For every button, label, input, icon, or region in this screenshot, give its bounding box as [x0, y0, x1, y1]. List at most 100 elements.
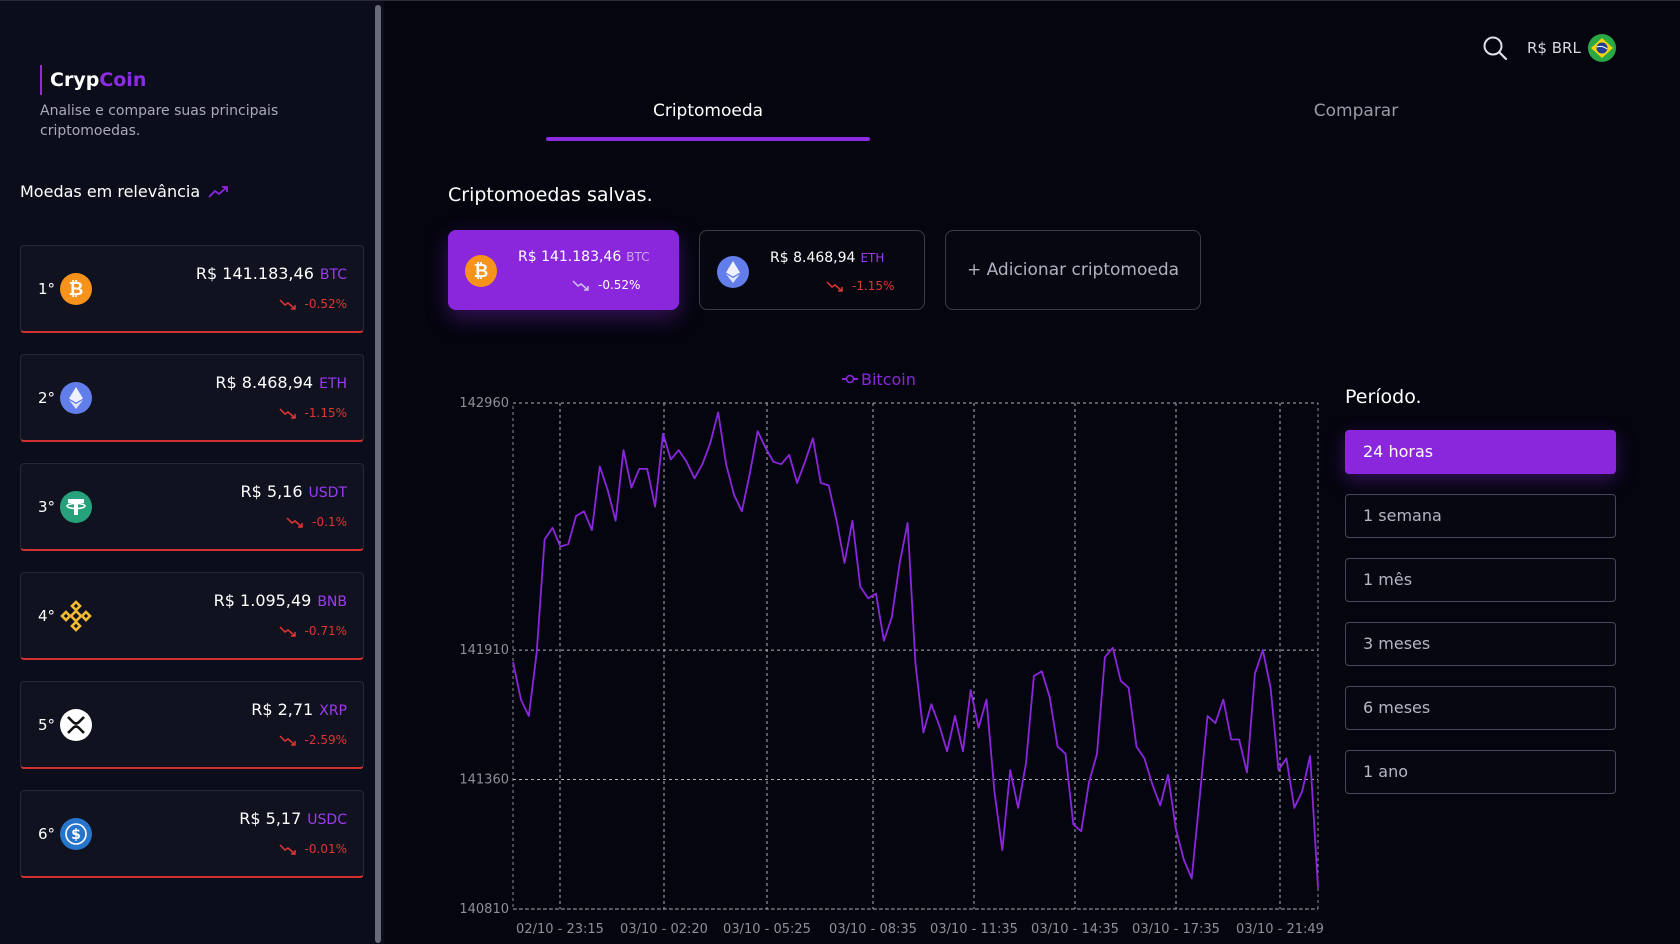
tab-comparar[interactable]: Comparar: [1194, 101, 1518, 121]
saved-change-value: -0.52%: [598, 278, 641, 292]
saved-symbol: ETH: [860, 251, 885, 265]
coin-change-value: -0.01%: [304, 842, 347, 856]
coin-price-value: R$ 2,71: [251, 700, 314, 719]
coin-card-bnb[interactable]: 4° R$ 1.095,49 BNB -0.71%: [20, 572, 364, 660]
trending-down-icon: [279, 844, 296, 855]
add-crypto-button[interactable]: + Adicionar criptomoeda: [945, 230, 1201, 310]
coin-change: -0.52%: [279, 297, 347, 311]
saved-price: R$ 8.468,94 ETH: [770, 250, 884, 266]
app-logo: CrypCoin: [40, 65, 146, 95]
coin-card-btc[interactable]: 1° ₿ R$ 141.183,46 BTC -0.52%: [20, 245, 364, 333]
saved-coin-btc[interactable]: ₿ R$ 141.183,46 BTC -0.52%: [448, 230, 679, 310]
coin-symbol: BTC: [319, 267, 347, 283]
coin-rank: 5°: [38, 716, 56, 734]
period-1-month-button[interactable]: 1 mês: [1345, 558, 1616, 602]
coin-change-value: -2.59%: [304, 733, 347, 747]
saved-price: R$ 141.183,46 BTC: [518, 249, 650, 265]
chart-x-tick-label: 03/10 - 11:35: [930, 922, 1018, 937]
coin-price: R$ 141.183,46 BTC: [196, 264, 347, 283]
coin-rank: 4°: [38, 607, 56, 625]
ethereum-icon: [60, 382, 92, 414]
coin-symbol: ETH: [319, 376, 347, 392]
coin-symbol: USDC: [307, 812, 347, 828]
period-title: Período.: [1345, 386, 1422, 408]
active-tab-indicator: [546, 137, 870, 141]
sidebar: CrypCoin Analise e compare suas principa…: [0, 1, 374, 944]
chart-y-tick-label: 142960: [459, 396, 509, 411]
coin-card-eth[interactable]: 2° R$ 8.468,94 ETH -1.15%: [20, 354, 364, 442]
tether-icon: [60, 491, 92, 523]
coin-change-value: -0.1%: [312, 515, 347, 529]
svg-text:₿: ₿: [474, 261, 489, 282]
trending-down-icon: [572, 280, 589, 291]
coin-price: R$ 2,71 XRP: [251, 700, 347, 719]
chart-x-tick-label: 03/10 - 14:35: [1031, 922, 1119, 937]
period-3-months-button[interactable]: 3 meses: [1345, 622, 1616, 666]
coin-card-usdt[interactable]: 3° R$ 5,16 USDT -0.1%: [20, 463, 364, 551]
coin-price-value: R$ 5,16: [240, 482, 303, 501]
coin-price: R$ 5,16 USDT: [241, 482, 347, 501]
coin-price-value: R$ 1.095,49: [213, 591, 312, 610]
coin-card-usdc[interactable]: 6° $ R$ 5,17 USDC -0.01%: [20, 790, 364, 878]
trending-down-icon: [286, 517, 303, 528]
brand-name-part1: Cryp: [50, 69, 100, 91]
period-1-year-button[interactable]: 1 ano: [1345, 750, 1616, 794]
chart-legend-label: Bitcoin: [861, 370, 916, 389]
chart-x-tick-label: 03/10 - 05:25: [723, 922, 811, 937]
saved-price-value: R$ 8.468,94: [770, 250, 856, 266]
coin-price-value: R$ 141.183,46: [195, 264, 314, 283]
brazil-flag-icon[interactable]: [1588, 34, 1616, 62]
saved-change: -1.15%: [826, 279, 894, 293]
coin-rank: 1°: [38, 280, 56, 298]
coin-price-value: R$ 8.468,94: [215, 373, 314, 392]
bitcoin-icon: ₿: [465, 255, 497, 287]
saved-price-value: R$ 141.183,46: [518, 249, 622, 265]
trending-down-icon: [279, 408, 296, 419]
period-1-week-button[interactable]: 1 semana: [1345, 494, 1616, 538]
xrp-icon: [60, 709, 92, 741]
chart-x-tick-label: 03/10 - 21:49: [1236, 922, 1324, 937]
chart-y-tick-label: 140810: [459, 902, 509, 917]
saved-coin-eth[interactable]: R$ 8.468,94 ETH -1.15%: [699, 230, 925, 310]
coin-rank: 2°: [38, 389, 56, 407]
coin-change-value: -0.52%: [304, 297, 347, 311]
chart-x-tick-label: 02/10 - 23:15: [516, 922, 604, 937]
bitcoin-icon: ₿: [60, 273, 92, 305]
price-chart: 142960 141910 141360 140810 02/10 - 23:15 03/…: [459, 370, 1324, 937]
saved-change-value: -1.15%: [852, 279, 895, 293]
saved-symbol: BTC: [626, 250, 650, 264]
ethereum-icon: [717, 256, 749, 288]
chart-x-tick-label: 03/10 - 17:35: [1132, 922, 1220, 937]
chart-y-tick-label: 141910: [459, 643, 509, 658]
period-6-months-button[interactable]: 6 meses: [1345, 686, 1616, 730]
trending-up-icon: [208, 185, 229, 198]
coin-change: -1.15%: [279, 406, 347, 420]
coin-card-xrp[interactable]: 5° R$ 2,71 XRP -2.59%: [20, 681, 364, 769]
coin-price-value: R$ 5,17: [239, 809, 302, 828]
period-24h-button[interactable]: 24 horas: [1345, 430, 1616, 474]
trending-down-icon: [826, 281, 843, 292]
search-icon[interactable]: [1482, 35, 1508, 61]
coin-change: -0.1%: [286, 515, 347, 529]
chart-y-tick-label: 141360: [459, 773, 509, 788]
chart-x-tick-label: 03/10 - 02:20: [620, 922, 708, 937]
chart-legend-marker: [845, 374, 855, 384]
coin-price: R$ 1.095,49 BNB: [214, 591, 347, 610]
sidebar-scrollbar-thumb[interactable]: [375, 5, 381, 943]
trending-down-icon: [279, 735, 296, 746]
coin-change-value: -1.15%: [304, 406, 347, 420]
chart-x-tick-label: 03/10 - 08:35: [829, 922, 917, 937]
currency-selector[interactable]: R$ BRL: [1527, 39, 1581, 57]
saved-section-title: Criptomoedas salvas.: [448, 184, 653, 206]
bnb-icon: [60, 600, 92, 632]
coin-change: -2.59%: [279, 733, 347, 747]
coin-price: R$ 8.468,94 ETH: [215, 373, 347, 392]
app-tagline: Analise e compare suas principais cripto…: [40, 103, 279, 139]
trending-down-icon: [279, 626, 296, 637]
relevance-section-title: Moedas em relevância: [20, 182, 230, 201]
coin-change-value: -0.71%: [304, 624, 347, 638]
tab-criptomoeda[interactable]: Criptomoeda: [546, 101, 870, 121]
svg-text:$: $: [71, 827, 81, 843]
coin-symbol: XRP: [319, 703, 347, 719]
trending-down-icon: [279, 299, 296, 310]
